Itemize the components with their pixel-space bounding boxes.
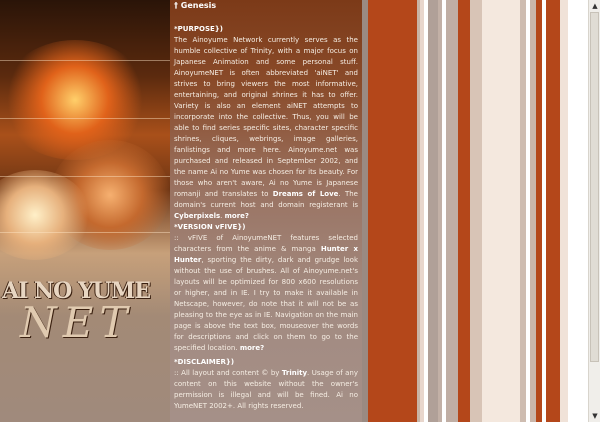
purpose-bold-2: Cyberpixels — [174, 212, 221, 220]
disclaimer-bold-1: Trinity — [281, 369, 308, 377]
purpose-section: *PURPOSE}) The Ainoyume Network currentl… — [174, 24, 358, 222]
decorative-stripes — [362, 0, 588, 422]
vertical-scrollbar[interactable]: ▲ ▼ — [588, 0, 600, 422]
purpose-text-3: . — [220, 212, 223, 220]
version-more-link[interactable]: more? — [240, 344, 264, 352]
version-section: *VERSION vFIVE}) :: vFIVE of AinoyumeNET… — [174, 222, 358, 354]
purpose-heading: *PURPOSE}) — [174, 25, 223, 33]
version-text: :: vFIVE of AinoyumeNET features selecte… — [174, 233, 358, 354]
purpose-more-link[interactable]: more? — [225, 212, 249, 220]
disclaimer-heading: *DISCLAIMER}) — [174, 358, 235, 366]
content-column: † Genesis *PURPOSE}) The Ainoyume Networ… — [170, 0, 362, 422]
scroll-up-arrow-icon[interactable]: ▲ — [590, 1, 600, 11]
version-text-2: , sporting the dirty, dark and grudge lo… — [174, 256, 358, 352]
art-line — [0, 232, 170, 233]
disclaimer-text: :: All layout and content © by Trinity. … — [174, 368, 358, 412]
page-title: † Genesis — [174, 1, 217, 10]
purpose-bold-1: Dreams of Love — [272, 190, 339, 198]
site-logo: AI NO YUME NET — [0, 278, 170, 358]
scroll-down-arrow-icon[interactable]: ▼ — [590, 411, 600, 421]
scroll-thumb[interactable] — [590, 12, 599, 362]
purpose-text-1: The Ainoyume Network currently serves as… — [174, 36, 358, 198]
purpose-text: The Ainoyume Network currently serves as… — [174, 35, 358, 222]
version-heading: *VERSION vFIVE}) — [174, 223, 246, 231]
art-line — [0, 60, 170, 61]
logo-line2: NET — [20, 298, 134, 347]
disclaimer-text-1: :: All layout and content © by — [174, 369, 280, 377]
disclaimer-section: *DISCLAIMER}) :: All layout and content … — [174, 357, 358, 412]
art-line — [0, 118, 170, 119]
header-artwork: AI NO YUME NET — [0, 0, 170, 422]
art-line — [0, 176, 170, 177]
